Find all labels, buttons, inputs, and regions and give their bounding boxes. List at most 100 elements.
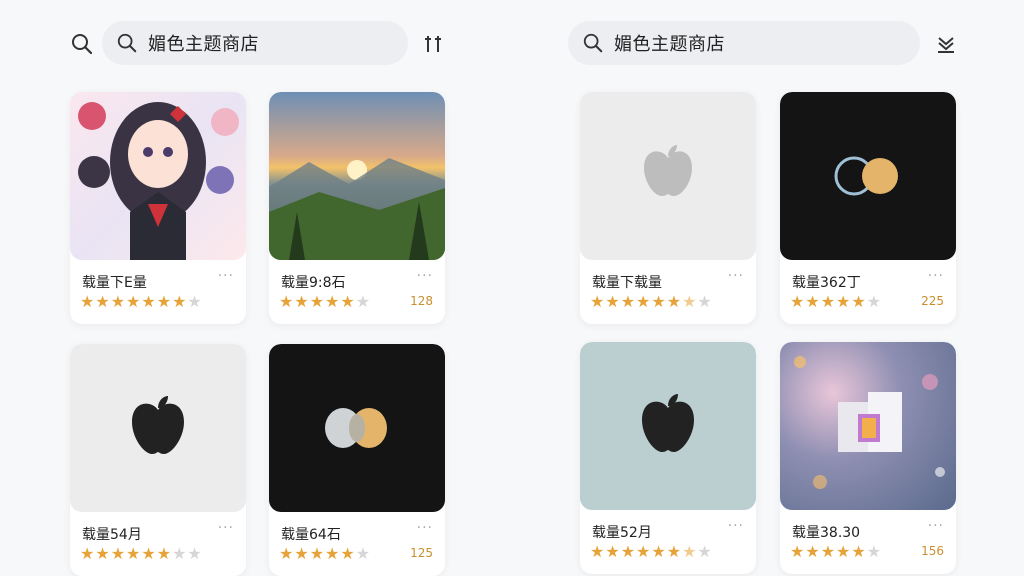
apple-logo-thumbnail	[580, 92, 756, 260]
star-icon: ★	[636, 542, 652, 561]
star-icon: ★	[590, 292, 606, 311]
card-title: 载量52月	[592, 525, 652, 541]
star-rating: ★★★★★★★★	[80, 544, 203, 563]
search-icon[interactable]	[70, 32, 94, 56]
star-icon: ★	[279, 292, 295, 311]
star-icon: ★	[651, 292, 667, 311]
star-icon: ★	[682, 542, 698, 561]
star-icon: ★	[355, 292, 372, 311]
star-icon: ★	[309, 544, 326, 563]
star-icon: ★	[697, 292, 713, 311]
star-icon: ★	[294, 544, 310, 563]
star-rating: ★★★★★★	[790, 292, 882, 311]
star-icon: ★	[126, 544, 142, 563]
search-icon	[582, 32, 604, 54]
star-icon: ★	[790, 292, 806, 311]
star-icon: ★	[126, 292, 142, 311]
star-icon: ★	[651, 542, 667, 561]
star-icon: ★	[172, 292, 188, 311]
download-count: 156	[921, 544, 944, 558]
star-icon: ★	[80, 544, 96, 563]
star-icon: ★	[80, 292, 96, 311]
star-icon: ★	[836, 542, 852, 561]
star-icon: ★	[620, 542, 637, 561]
more-icon[interactable]: ···	[218, 520, 234, 536]
star-rating: ★★★★★★★★	[590, 542, 713, 561]
right-panel: 媚色主题商店 载量下载量 ··· ★★★★★★★★ 载量362丁 ··· ★★★…	[512, 0, 1024, 576]
star-icon: ★	[836, 292, 852, 311]
sort-icon[interactable]	[420, 30, 448, 58]
star-rating: ★★★★★★	[279, 292, 371, 311]
star-icon: ★	[156, 292, 173, 311]
card-title: 载量362丁	[792, 275, 861, 291]
left-panel: 媚色主题商店 载量下E量 ··· ★★★★★★★★ 载量9:8石 ··· ★★★…	[0, 0, 512, 576]
more-icon[interactable]: ···	[728, 518, 744, 534]
card-title: 载量54月	[82, 527, 142, 543]
search-query: 媚色主题商店	[614, 34, 725, 55]
theme-card[interactable]: 载量54月 ··· ★★★★★★★★	[70, 344, 246, 576]
theme-card[interactable]: 载量64石 ··· ★★★★★★ 125	[269, 344, 445, 576]
theme-card[interactable]: 载量9:8石 ··· ★★★★★★ 128	[269, 92, 445, 324]
theme-card[interactable]: 载量362丁 ··· ★★★★★★ 225	[780, 92, 956, 324]
search-bar[interactable]: 媚色主题商店	[568, 21, 920, 65]
mountain-sunrise-thumbnail	[269, 92, 445, 260]
anime-collage-thumbnail	[70, 92, 246, 260]
apple-logo-thumbnail	[70, 344, 246, 512]
theme-card[interactable]: 载量52月 ··· ★★★★★★★★	[580, 342, 756, 574]
star-icon: ★	[636, 292, 652, 311]
more-icon[interactable]: ···	[417, 268, 433, 284]
star-icon: ★	[820, 542, 837, 561]
star-icon: ★	[682, 292, 698, 311]
theme-card[interactable]: 载量下载量 ··· ★★★★★★★★	[580, 92, 756, 324]
star-icon: ★	[790, 542, 806, 561]
search-icon	[116, 32, 138, 54]
star-icon: ★	[355, 544, 372, 563]
card-title: 载量9:8石	[281, 275, 346, 291]
star-icon: ★	[666, 542, 683, 561]
star-icon: ★	[805, 292, 821, 311]
star-icon: ★	[110, 292, 127, 311]
more-icon[interactable]: ···	[928, 518, 944, 534]
card-title: 载量64石	[281, 527, 341, 543]
star-icon: ★	[340, 292, 356, 311]
star-icon: ★	[279, 544, 295, 563]
card-title: 载量下E量	[82, 275, 147, 291]
star-icon: ★	[187, 544, 203, 563]
star-icon: ★	[95, 544, 111, 563]
apple-logo-thumbnail	[580, 342, 756, 510]
star-icon: ★	[697, 542, 713, 561]
star-icon: ★	[620, 292, 637, 311]
more-icon[interactable]: ···	[218, 268, 234, 284]
download-icon[interactable]	[932, 30, 960, 58]
theme-card[interactable]: 载量下E量 ··· ★★★★★★★★	[70, 92, 246, 324]
star-icon: ★	[866, 292, 883, 311]
more-icon[interactable]: ···	[417, 520, 433, 536]
star-icon: ★	[851, 542, 867, 561]
star-icon: ★	[851, 292, 867, 311]
star-icon: ★	[820, 292, 837, 311]
more-icon[interactable]: ···	[928, 268, 944, 284]
star-icon: ★	[805, 542, 821, 561]
star-icon: ★	[172, 544, 188, 563]
card-title: 载量38.30	[792, 525, 861, 541]
more-icon[interactable]: ···	[728, 268, 744, 284]
star-icon: ★	[325, 544, 341, 563]
star-icon: ★	[325, 292, 341, 311]
star-rating: ★★★★★★★★	[80, 292, 203, 311]
star-rating: ★★★★★★	[279, 544, 371, 563]
theme-card[interactable]: 载量38.30 ··· ★★★★★★ 156	[780, 342, 956, 574]
search-bar[interactable]: 媚色主题商店	[102, 21, 408, 65]
card-title: 载量下载量	[592, 275, 662, 291]
download-count: 225	[921, 294, 944, 308]
star-icon: ★	[666, 292, 683, 311]
star-icon: ★	[340, 544, 356, 563]
star-icon: ★	[141, 292, 157, 311]
star-icon: ★	[309, 292, 326, 311]
star-icon: ★	[156, 544, 173, 563]
infinity-logo-thumbnail	[269, 344, 445, 512]
star-icon: ★	[110, 544, 127, 563]
download-count: 125	[410, 546, 433, 560]
star-rating: ★★★★★★★★	[590, 292, 713, 311]
infinity-logo-thumbnail	[780, 92, 956, 260]
star-icon: ★	[605, 292, 621, 311]
